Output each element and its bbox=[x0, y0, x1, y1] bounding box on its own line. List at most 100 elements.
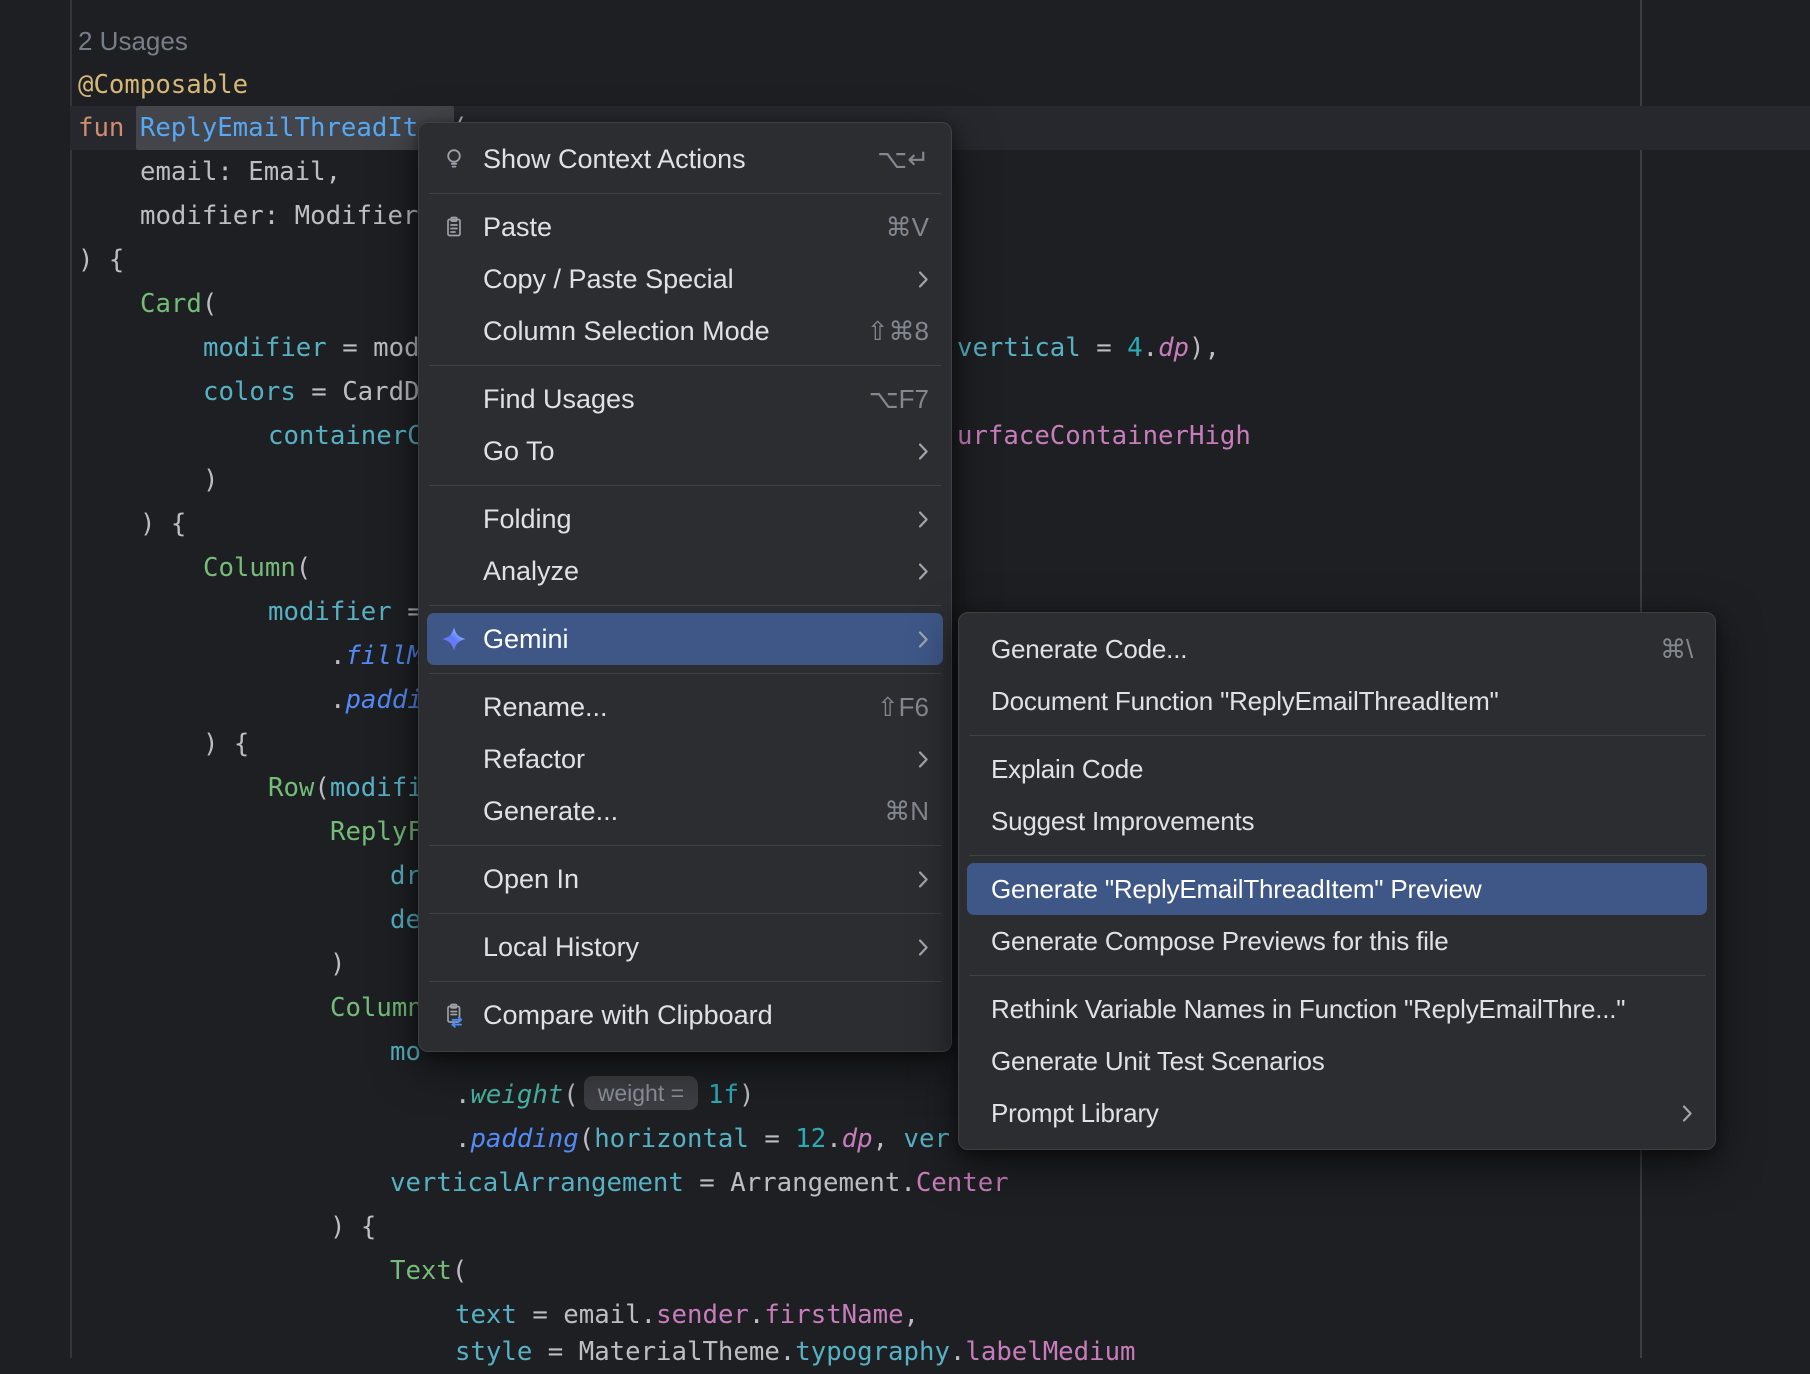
gemini-sparkle-icon bbox=[439, 625, 469, 653]
code-token: typography bbox=[795, 1337, 950, 1367]
code-token: email bbox=[563, 1300, 640, 1330]
menu-separator bbox=[419, 665, 951, 681]
menu-item-column-selection-mode[interactable]: Column Selection Mode⇧⌘8 bbox=[419, 305, 951, 357]
icon-spacer bbox=[439, 505, 469, 533]
code-line[interactable]: Column bbox=[330, 986, 423, 1030]
gemini-submenu: Generate Code... ⌘\ Document Function "Rep… bbox=[958, 612, 1716, 1150]
code-line[interactable]: .paddi bbox=[330, 678, 423, 722]
menu-item-label: Prompt Library bbox=[991, 1098, 1662, 1129]
code-line[interactable]: verticalArrangement = Arrangement.Center bbox=[390, 1161, 1009, 1205]
submenu-item-document-function-replyemailthreaditem[interactable]: Document Function "ReplyEmailThreadItem" bbox=[959, 675, 1715, 727]
menu-item-rename[interactable]: Rename...⇧F6 bbox=[419, 681, 951, 733]
code-token: . bbox=[749, 1300, 764, 1330]
code-token: . bbox=[1143, 333, 1158, 363]
code-token: modifier bbox=[268, 597, 392, 627]
code-line[interactable]: dr bbox=[390, 854, 421, 898]
chevron-right-icon bbox=[918, 510, 929, 529]
code-token: . bbox=[641, 1300, 656, 1330]
chevron-right-icon bbox=[918, 270, 929, 289]
menu-item-show-context-actions[interactable]: Show Context Actions⌥↵ bbox=[419, 133, 951, 185]
code-token: Row bbox=[268, 773, 314, 803]
code-line[interactable]: ReplyF bbox=[330, 810, 423, 854]
menu-item-label: Refactor bbox=[483, 744, 898, 775]
code-line[interactable]: @Composable bbox=[78, 63, 248, 107]
code-line[interactable]: style = MaterialTheme.typography.labelMe… bbox=[455, 1330, 1136, 1374]
code-line[interactable]: ) { bbox=[330, 1205, 376, 1249]
code-token: . bbox=[826, 1124, 841, 1154]
code-line[interactable]: modifier = mod bbox=[203, 326, 420, 370]
shortcut-hint: ⌘N bbox=[884, 796, 929, 827]
code-line[interactable]: containerC bbox=[268, 414, 423, 458]
submenu-item-suggest-improvements[interactable]: Suggest Improvements bbox=[959, 795, 1715, 847]
code-line[interactable]: modifier = bbox=[268, 590, 423, 634]
code-token: Text bbox=[390, 1256, 452, 1286]
code-line[interactable]: fun ReplyEmailThreadIt bbox=[78, 106, 418, 150]
chevron-right-icon bbox=[1682, 1104, 1693, 1123]
submenu-item-explain-code[interactable]: Explain Code bbox=[959, 743, 1715, 795]
menu-item-paste[interactable]: Paste⌘V bbox=[419, 201, 951, 253]
menu-item-compare-with-clipboard[interactable]: Compare with Clipboard bbox=[419, 989, 951, 1041]
code-line[interactable]: ) { bbox=[140, 502, 186, 546]
menu-item-gemini[interactable]: Gemini bbox=[427, 613, 943, 665]
menu-item-label: Folding bbox=[483, 504, 898, 535]
code-line[interactable]: Card( bbox=[140, 282, 217, 326]
code-token: ( bbox=[452, 1256, 467, 1286]
code-line[interactable]: ) bbox=[203, 458, 218, 502]
code-line[interactable]: .padding(horizontal = 12.dp, ver bbox=[455, 1117, 950, 1161]
code-line[interactable]: colors = CardD bbox=[203, 370, 420, 414]
menu-item-generate[interactable]: Generate...⌘N bbox=[419, 785, 951, 837]
menu-item-local-history[interactable]: Local History bbox=[419, 921, 951, 973]
menu-item-open-in[interactable]: Open In bbox=[419, 853, 951, 905]
code-line[interactable]: de bbox=[390, 898, 421, 942]
code-token: dp bbox=[842, 1124, 873, 1154]
menu-item-label: Document Function "ReplyEmailThreadItem" bbox=[991, 686, 1693, 717]
code-line[interactable]: vertical = 4.dp), bbox=[957, 326, 1220, 370]
code-token: modifier: Modifier bbox=[140, 201, 418, 231]
code-token: Column bbox=[203, 553, 296, 583]
code-line[interactable]: Text( bbox=[390, 1249, 467, 1293]
menu-item-label: Explain Code bbox=[991, 754, 1693, 785]
code-line[interactable]: 2 Usages bbox=[78, 19, 188, 63]
code-line[interactable]: .fillM bbox=[330, 634, 423, 678]
menu-item-refactor[interactable]: Refactor bbox=[419, 733, 951, 785]
menu-item-go-to[interactable]: Go To bbox=[419, 425, 951, 477]
menu-item-label: Go To bbox=[483, 436, 898, 467]
code-line[interactable]: Row(modifi bbox=[268, 766, 423, 810]
shortcut-hint: ⌥↵ bbox=[877, 144, 929, 175]
icon-spacer bbox=[439, 933, 469, 961]
code-line[interactable]: urfaceContainerHigh bbox=[957, 414, 1251, 458]
code-line[interactable]: ) bbox=[330, 942, 345, 986]
code-line[interactable]: mo bbox=[390, 1030, 421, 1074]
icon-spacer bbox=[439, 865, 469, 893]
menu-item-label: Compare with Clipboard bbox=[483, 1000, 929, 1031]
submenu-item-prompt-library[interactable]: Prompt Library bbox=[959, 1087, 1715, 1139]
shortcut-hint: ⌘\ bbox=[1660, 634, 1693, 665]
menu-separator bbox=[419, 597, 951, 613]
submenu-item-generate-code[interactable]: Generate Code... ⌘\ bbox=[959, 623, 1715, 675]
code-line[interactable]: .weight(weight =1f) bbox=[455, 1073, 754, 1117]
submenu-item-generate-replyemailthreaditem-preview[interactable]: Generate "ReplyEmailThreadItem" Preview bbox=[967, 863, 1707, 915]
chevron-right-icon bbox=[918, 750, 929, 769]
code-line[interactable]: Column( bbox=[203, 546, 311, 590]
code-token: . bbox=[900, 1168, 915, 1198]
code-token: ) { bbox=[78, 245, 124, 275]
menu-item-label: Generate Code... bbox=[991, 634, 1640, 665]
code-token: fillM bbox=[345, 641, 422, 671]
menu-item-analyze[interactable]: Analyze bbox=[419, 545, 951, 597]
code-line[interactable]: ) { bbox=[78, 238, 124, 282]
submenu-item-generate-unit-test-scenarios[interactable]: Generate Unit Test Scenarios bbox=[959, 1035, 1715, 1087]
code-line[interactable]: ) { bbox=[203, 722, 249, 766]
ide-editor-screen: { "editor": { "colors": { "background": … bbox=[0, 0, 1810, 1358]
code-line[interactable]: email: Email, bbox=[140, 150, 341, 194]
menu-separator bbox=[959, 847, 1715, 863]
code-line[interactable]: modifier: Modifier bbox=[140, 194, 418, 238]
submenu-item-rethink-variable-names-in-function-replyemailthre[interactable]: Rethink Variable Names in Function "Repl… bbox=[959, 983, 1715, 1035]
code-token: ReplyEmailThreadIt bbox=[140, 113, 418, 143]
chevron-right-icon bbox=[918, 870, 929, 889]
submenu-item-generate-compose-previews-for-this-file[interactable]: Generate Compose Previews for this file bbox=[959, 915, 1715, 967]
code-token: modifier bbox=[203, 333, 327, 363]
menu-item-folding[interactable]: Folding bbox=[419, 493, 951, 545]
menu-item-find-usages[interactable]: Find Usages⌥F7 bbox=[419, 373, 951, 425]
menu-item-copy-paste-special[interactable]: Copy / Paste Special bbox=[419, 253, 951, 305]
code-token: ) bbox=[330, 949, 345, 979]
